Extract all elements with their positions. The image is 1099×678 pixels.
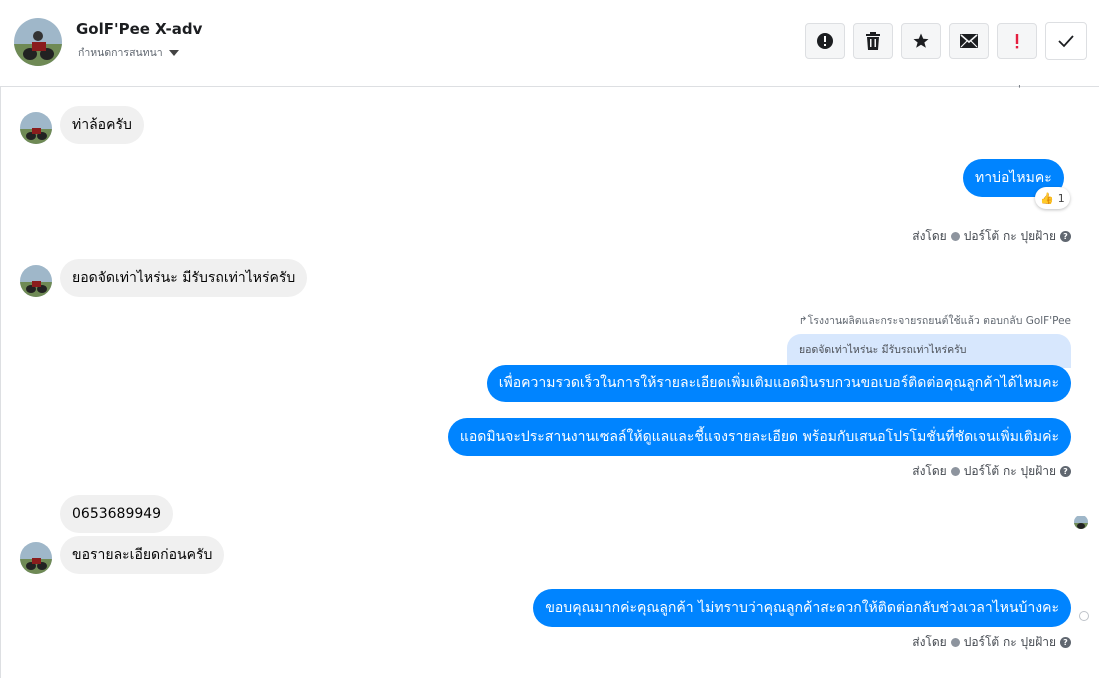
help-icon[interactable]: ? (1060, 637, 1071, 648)
caret-down-icon (168, 49, 179, 56)
star-icon (913, 33, 929, 48)
reply-context-note: ↱โรงงานผลิตและกระจายรถยนต์ใช้แล้ว ตอบกลั… (798, 315, 1071, 327)
reaction-badge[interactable]: 👍 1 (1035, 187, 1070, 209)
contact-name: GolF'Pee X-adv (76, 20, 203, 38)
star-button[interactable] (901, 23, 941, 59)
incoming-message[interactable]: ขอรายละเอียดก่อนครับ (60, 536, 225, 574)
alert-circle-icon (817, 33, 833, 49)
outgoing-message[interactable]: ขอบคุณมากค่ะคุณลูกค้า ไม่ทราบว่าคุณลูกค้… (533, 589, 1071, 627)
scroll-marker: ' (1018, 84, 1021, 95)
done-button[interactable] (1045, 22, 1087, 60)
conversation-header: GolF'Pee X-adv กำหนดการสนทนา (0, 0, 1099, 87)
sent-by-line: ส่งโดย ปอร์โต้ กะ ปุยฝ้าย ? (912, 633, 1071, 652)
verified-icon (950, 638, 960, 647)
sent-by-label: ส่งโดย (912, 464, 947, 478)
sent-by-line: ส่งโดย ปอร์โต้ กะ ปุยฝ้าย ? (912, 227, 1071, 246)
sender-name[interactable]: ปอร์โต้ กะ ปุยฝ้าย (964, 633, 1056, 652)
seen-avatar (1074, 515, 1088, 529)
verified-icon (950, 232, 960, 241)
conversation-settings-dropdown[interactable]: กำหนดการสนทนา (78, 44, 179, 61)
conversation-settings-label: กำหนดการสนทนา (78, 47, 163, 59)
sender-name[interactable]: ปอร์โต้ กะ ปุยฝ้าย (964, 227, 1056, 246)
exclamation-icon (1015, 34, 1019, 49)
verified-icon (950, 467, 960, 476)
thumbs-up-icon: 👍 (1040, 191, 1054, 205)
contact-avatar-small[interactable] (20, 112, 52, 144)
trash-icon (866, 32, 880, 50)
contact-avatar[interactable] (14, 18, 62, 66)
left-border (0, 0, 1, 678)
sent-by-label: ส่งโดย (912, 635, 947, 649)
contact-avatar-small[interactable] (20, 542, 52, 574)
sender-name[interactable]: ปอร์โต้ กะ ปุยฝ้าย (964, 462, 1056, 481)
sent-by-label: ส่งโดย (912, 229, 947, 243)
help-icon[interactable]: ? (1060, 231, 1071, 242)
outgoing-message[interactable]: เพื่อความรวดเร็วในการให้รายละเอียดเพิ่มเ… (486, 365, 1071, 402)
sent-status-icon (1079, 611, 1089, 621)
quoted-message[interactable]: ยอดจัดเท่าไหร่นะ มีรับรถเท่าไหร่ครับ (787, 334, 1071, 368)
contact-avatar-small[interactable] (20, 265, 52, 297)
report-button[interactable] (805, 23, 845, 59)
reaction-count: 1 (1057, 191, 1065, 205)
envelope-icon (960, 34, 978, 48)
check-icon (1058, 35, 1074, 48)
help-icon[interactable]: ? (1060, 466, 1071, 477)
incoming-message[interactable]: ยอดจัดเท่าไหร่นะ มีรับรถเท่าไหร่ครับ (60, 259, 308, 297)
important-button[interactable] (997, 23, 1037, 59)
incoming-message[interactable]: 0653689949 (60, 495, 174, 533)
delete-button[interactable] (853, 23, 893, 59)
outgoing-message[interactable]: แอดมินจะประสานงานเซลล์ให้ดูแลและชี้แจงรา… (447, 418, 1071, 456)
incoming-message[interactable]: ท่าล้อครับ (60, 106, 144, 144)
sent-by-line: ส่งโดย ปอร์โต้ กะ ปุยฝ้าย ? (912, 462, 1071, 481)
mark-unread-button[interactable] (949, 23, 989, 59)
